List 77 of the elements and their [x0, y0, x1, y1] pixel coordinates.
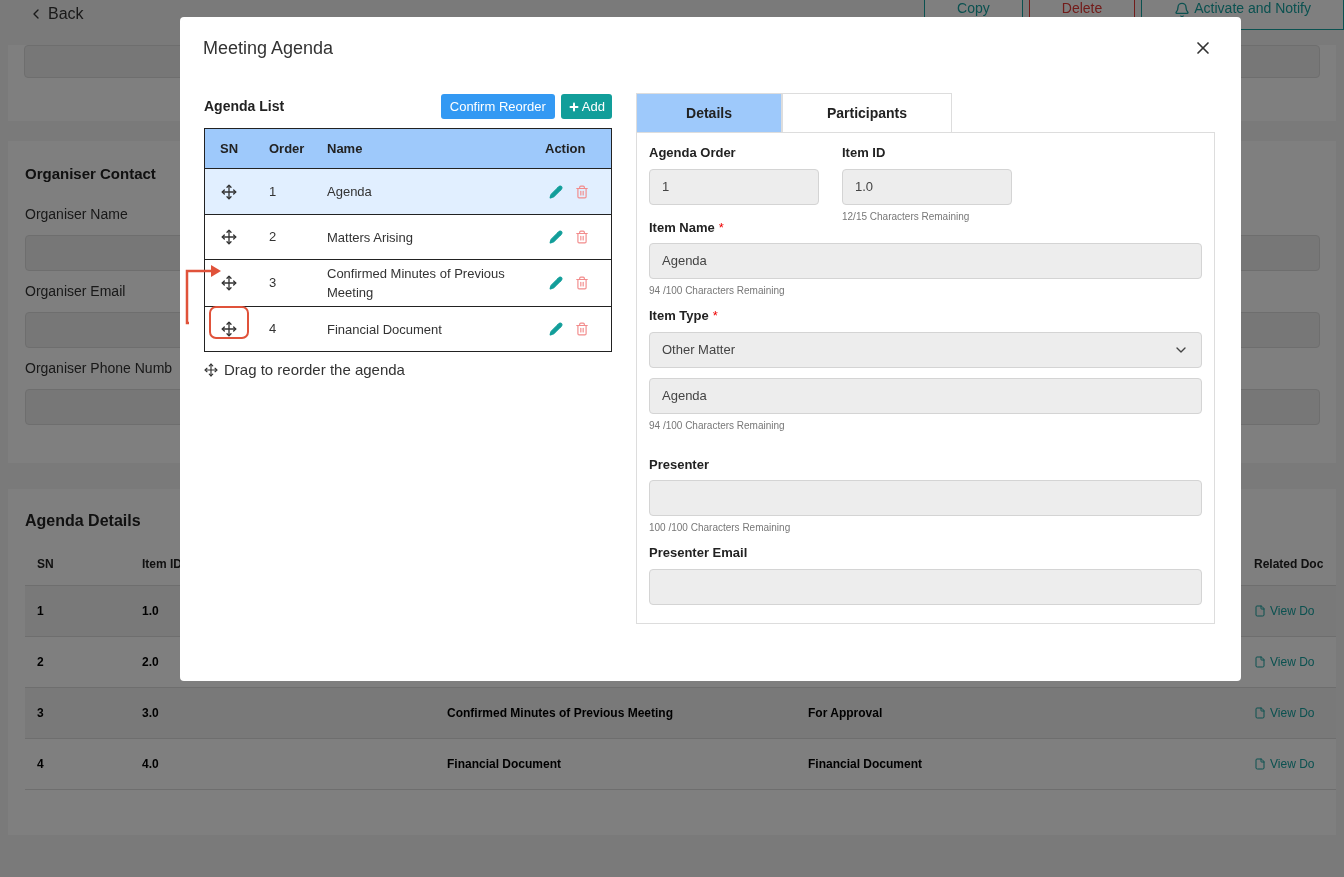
section-title: Organiser Contact [25, 164, 156, 184]
table-cell-text: Matters Arising [326, 228, 414, 247]
tab[interactable]: Participants [782, 93, 952, 132]
field-label: Presenter Email [649, 544, 748, 562]
field-label: Organiser Phone Numb [25, 358, 173, 378]
table-cell: Confirmed Minutes of Previous Meeting [447, 706, 674, 720]
table-cell: Financial Document [447, 757, 562, 771]
field-label: Item Name [649, 218, 715, 237]
input-field[interactable]: Agenda [649, 377, 1202, 414]
character-count: 12/15 Characters Remaining [842, 209, 971, 224]
table-cell-text: 3 [37, 705, 45, 722]
edit-icon[interactable] [549, 184, 563, 199]
column-header: SN [37, 556, 55, 573]
section-title: Agenda List [204, 97, 285, 116]
character-count: 94 /100 Characters Remaining [649, 418, 786, 433]
table-cell-text: 3 [268, 274, 278, 293]
drag-handle-icon[interactable] [221, 229, 237, 245]
table-cell-text: Confirmed Minutes of Previous Meeting [326, 265, 506, 302]
column-header: Order [268, 139, 306, 158]
highlight-ring [209, 306, 249, 339]
table-cell-text: 1.0 [142, 603, 160, 620]
table-cell-text: Financial Document [326, 320, 443, 339]
modal-title: Meeting Agenda [203, 36, 334, 60]
edit-icon[interactable] [549, 230, 563, 244]
field-label: Organiser Name [25, 204, 128, 224]
field-label: Item ID [842, 144, 886, 162]
input-field[interactable]: Agenda [649, 243, 1202, 279]
table-cell: For Approval [808, 706, 883, 720]
field-label: Presenter [649, 455, 709, 474]
agenda-row[interactable]: 1 Agenda [205, 169, 611, 214]
edit-icon[interactable] [549, 276, 563, 290]
column-header: Related Doc [1254, 556, 1325, 573]
required-mark: * [712, 307, 718, 325]
column-header: SN [219, 139, 239, 158]
input-field[interactable] [649, 568, 1202, 605]
input-field[interactable] [649, 480, 1202, 516]
document-icon [1254, 605, 1266, 617]
table-cell-text: 4 [37, 756, 45, 773]
delete-icon[interactable] [575, 184, 589, 199]
table-cell-text: 1 [268, 182, 278, 201]
tab[interactable]: Details [636, 93, 782, 132]
table-cell-text: 4.0 [142, 756, 160, 773]
delete-icon[interactable] [575, 276, 589, 290]
input-field[interactable]: 1.0 [842, 168, 1012, 205]
column-header: Name [326, 139, 364, 158]
table-cell-text: 1 [37, 603, 45, 620]
edit-icon[interactable] [549, 322, 563, 336]
section-title: Agenda Details [25, 511, 141, 531]
delete-icon[interactable] [575, 322, 589, 336]
drag-hint: Drag to reorder the agenda [224, 360, 405, 380]
document-icon [1254, 656, 1266, 668]
field-label: Item Type [649, 307, 709, 325]
field-label: Agenda Order [649, 144, 736, 162]
drag-handle-icon[interactable] [221, 183, 237, 200]
delete-icon[interactable] [575, 230, 589, 244]
back-link[interactable]: Back [48, 2, 84, 26]
document-icon [1254, 758, 1266, 770]
drag-handle-icon[interactable] [221, 275, 237, 291]
table-cell-text: 2 [37, 654, 45, 671]
table-cell-text: Agenda [326, 183, 373, 201]
table-cell-text: 4 [268, 320, 278, 339]
table-cell: Financial Document [808, 757, 923, 771]
drag-icon [204, 363, 218, 378]
column-header: Action [545, 139, 587, 158]
select-field[interactable]: Other Matter [649, 331, 1202, 368]
character-count: 100 /100 Characters Remaining [649, 521, 792, 535]
required-mark: * [718, 218, 724, 237]
input-field[interactable]: 1 [649, 168, 819, 205]
bell-icon [1174, 2, 1191, 18]
table-cell-text: 3.0 [142, 705, 160, 722]
drag-handle-icon[interactable] [221, 321, 237, 337]
document-icon [1254, 707, 1266, 719]
table-cell-text: 2.0 [142, 654, 160, 671]
character-count: 94 /100 Characters Remaining [649, 284, 786, 298]
plus-icon [567, 100, 580, 113]
field-label: Organiser Email [25, 281, 126, 301]
table-cell-text: 2 [268, 228, 278, 247]
